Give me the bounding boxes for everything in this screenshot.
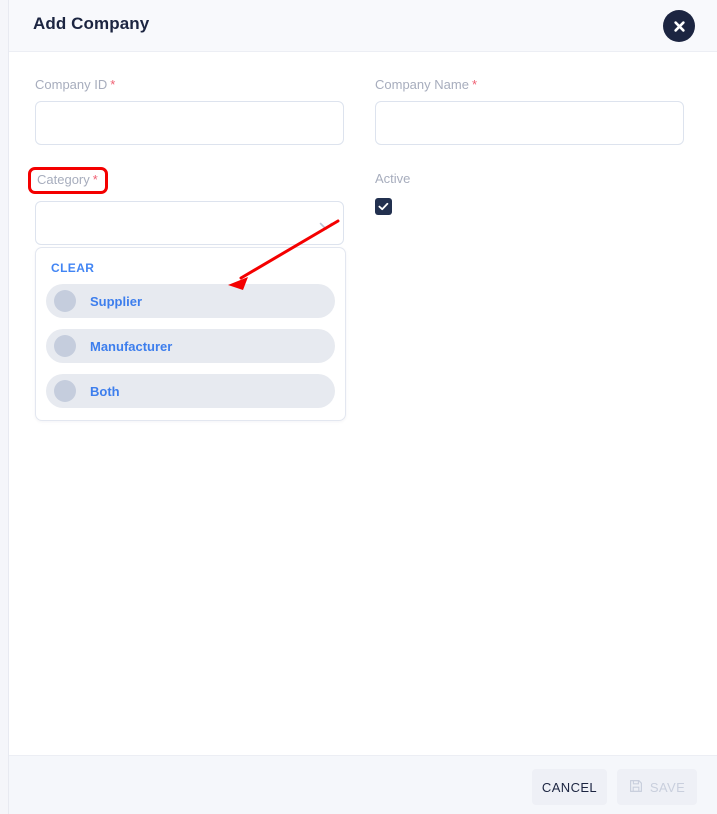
required-asterisk: * — [110, 77, 116, 92]
dropdown-clear-button[interactable]: CLEAR — [46, 258, 335, 284]
avatar-icon — [54, 290, 76, 312]
field-active: Active — [375, 170, 410, 215]
cancel-button[interactable]: CANCEL — [532, 769, 607, 805]
close-button[interactable] — [663, 10, 695, 42]
required-asterisk: * — [92, 172, 98, 187]
category-select[interactable] — [35, 201, 344, 245]
check-icon — [378, 198, 389, 216]
active-label: Active — [375, 171, 411, 186]
category-dropdown-panel: CLEAR Supplier Manufacturer Both — [35, 247, 346, 421]
field-category: Category * — [28, 167, 344, 245]
field-company-name: Company Name * — [375, 76, 684, 145]
category-label: Category * — [37, 172, 98, 187]
active-checkbox[interactable] — [375, 198, 392, 215]
avatar-icon — [54, 380, 76, 402]
left-edge-rail — [0, 0, 9, 814]
dropdown-option-label: Both — [90, 383, 120, 399]
required-asterisk: * — [471, 77, 477, 92]
dropdown-option-both[interactable]: Both — [46, 374, 335, 408]
dropdown-option-supplier[interactable]: Supplier — [46, 284, 335, 318]
dropdown-option-label: Supplier — [90, 293, 143, 309]
category-label-annotation-box: Category * — [28, 167, 108, 194]
page-title: Add Company — [33, 14, 150, 33]
company-name-input[interactable] — [375, 101, 684, 145]
company-name-label: Company Name * — [375, 77, 477, 92]
dropdown-option-label: Manufacturer — [90, 338, 173, 354]
save-button-label: SAVE — [649, 779, 686, 795]
save-disk-icon — [629, 779, 643, 796]
dialog-footer: CANCEL SAVE — [9, 755, 717, 814]
dialog-body: Company ID * Company Name * Category * A… — [9, 52, 717, 755]
add-company-dialog: Add Company Company ID* Company Name* — [0, 0, 717, 814]
avatar-icon — [54, 335, 76, 357]
field-company-id: Company ID * — [35, 76, 344, 145]
close-icon — [673, 20, 686, 33]
save-button[interactable]: SAVE — [617, 769, 697, 805]
chevron-down-icon — [319, 218, 333, 236]
dialog-header: Add Company — [9, 0, 717, 52]
company-id-input[interactable] — [35, 101, 344, 145]
dropdown-option-manufacturer[interactable]: Manufacturer — [46, 329, 335, 363]
company-id-label: Company ID * — [35, 77, 116, 92]
